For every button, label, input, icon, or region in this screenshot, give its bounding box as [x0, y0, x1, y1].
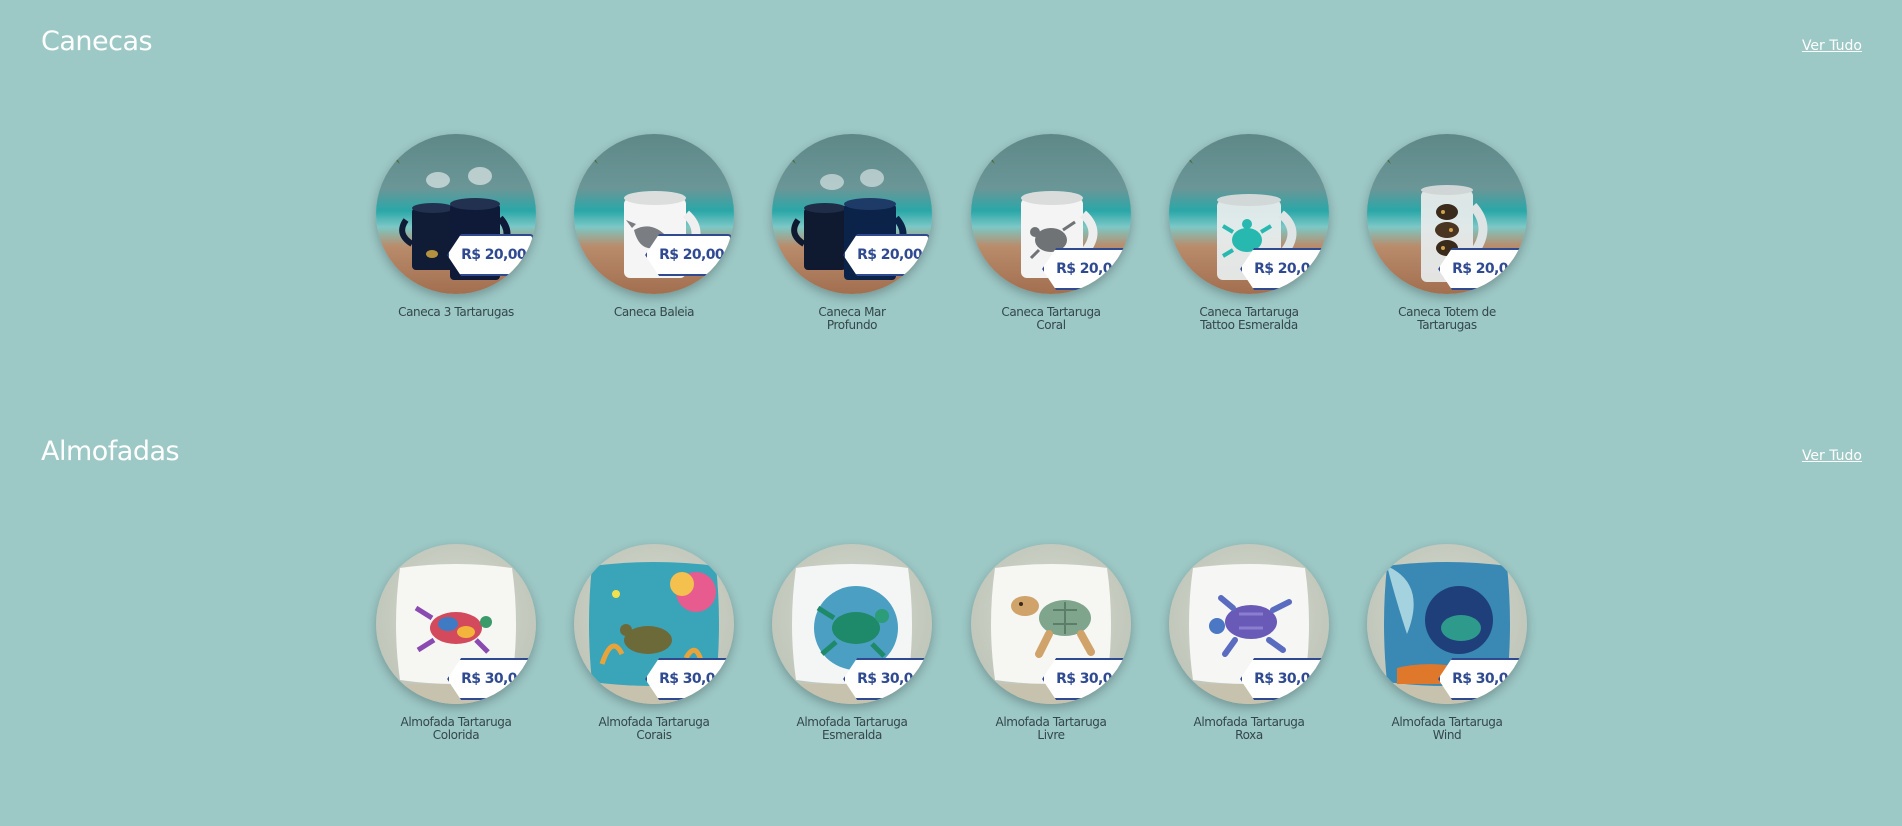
product-carousel: R$ 20,00 Caneca 3 Tartarugas R$ 20,00 Ca… [0, 134, 1902, 354]
product-image[interactable]: R$ 30,00 [772, 544, 932, 704]
product-name[interactable]: Almofada Tartaruga Wind [1387, 716, 1507, 742]
product-name[interactable]: Almofada Tartaruga Roxa [1189, 716, 1309, 742]
product-image[interactable]: R$ 20,00 [376, 134, 536, 294]
price-tag: R$ 20,00 [645, 234, 732, 276]
product-name[interactable]: Caneca 3 Tartarugas [396, 306, 516, 319]
product-card[interactable]: R$ 30,00 Almofada Tartaruga Esmeralda [752, 544, 952, 742]
product-card[interactable]: R$ 20,00 Caneca Baleia [554, 134, 754, 319]
price-tag: R$ 20,00 [1240, 248, 1327, 290]
product-image[interactable]: R$ 30,00 [376, 544, 536, 704]
product-name[interactable]: Caneca Tartaruga Coral [991, 306, 1111, 332]
product-name[interactable]: Caneca Mar Profundo [792, 306, 912, 332]
product-image[interactable]: R$ 20,00 [574, 134, 734, 294]
price-tag: R$ 20,00 [843, 234, 930, 276]
product-image[interactable]: R$ 20,00 [772, 134, 932, 294]
price-tag: R$ 20,00 [447, 234, 534, 276]
product-card[interactable]: R$ 30,00 Almofada Tartaruga Colorida [356, 544, 556, 742]
product-image[interactable]: R$ 20,00 [1169, 134, 1329, 294]
product-card[interactable]: R$ 30,00 Almofada Tartaruga Livre [951, 544, 1151, 742]
product-name[interactable]: Almofada Tartaruga Livre [991, 716, 1111, 742]
product-name[interactable]: Caneca Baleia [594, 306, 714, 319]
product-name[interactable]: Almofada Tartaruga Colorida [396, 716, 516, 742]
product-image[interactable]: R$ 30,00 [1367, 544, 1527, 704]
product-image[interactable]: R$ 20,00 [1367, 134, 1527, 294]
product-card[interactable]: R$ 30,00 Almofada Tartaruga Corais [554, 544, 754, 742]
see-all-link[interactable]: Ver Tudo [1802, 38, 1862, 54]
product-card[interactable]: R$ 20,00 Caneca Totem de Tartarugas [1347, 134, 1547, 332]
product-card[interactable]: R$ 20,00 Caneca 3 Tartarugas [356, 134, 556, 319]
price-tag: R$ 30,00 [1042, 658, 1129, 700]
product-card[interactable]: R$ 20,00 Caneca Tartaruga Coral [951, 134, 1151, 332]
product-card[interactable]: R$ 30,00 Almofada Tartaruga Wind [1347, 544, 1547, 742]
product-card[interactable]: R$ 30,00 Almofada Tartaruga Roxa [1149, 544, 1349, 742]
product-image[interactable]: R$ 30,00 [971, 544, 1131, 704]
price-tag: R$ 20,00 [1438, 248, 1525, 290]
product-image[interactable]: R$ 20,00 [971, 134, 1131, 294]
product-name[interactable]: Almofada Tartaruga Corais [594, 716, 714, 742]
section-title: Almofadas [41, 436, 180, 467]
product-card[interactable]: R$ 20,00 Caneca Mar Profundo [752, 134, 952, 332]
product-image[interactable]: R$ 30,00 [1169, 544, 1329, 704]
see-all-link[interactable]: Ver Tudo [1802, 448, 1862, 464]
section-title: Canecas [41, 26, 153, 57]
price-tag: R$ 30,00 [843, 658, 930, 700]
price-tag: R$ 30,00 [645, 658, 732, 700]
price-tag: R$ 20,00 [1042, 248, 1129, 290]
price-tag: R$ 30,00 [1438, 658, 1525, 700]
price-tag: R$ 30,00 [447, 658, 534, 700]
product-image[interactable]: R$ 30,00 [574, 544, 734, 704]
product-card[interactable]: R$ 20,00 Caneca Tartaruga Tattoo Esmeral… [1149, 134, 1349, 332]
product-name[interactable]: Almofada Tartaruga Esmeralda [792, 716, 912, 742]
product-name[interactable]: Caneca Tartaruga Tattoo Esmeralda [1189, 306, 1309, 332]
product-name[interactable]: Caneca Totem de Tartarugas [1387, 306, 1507, 332]
product-carousel: R$ 30,00 Almofada Tartaruga Colorida R$ … [0, 544, 1902, 764]
price-tag: R$ 30,00 [1240, 658, 1327, 700]
